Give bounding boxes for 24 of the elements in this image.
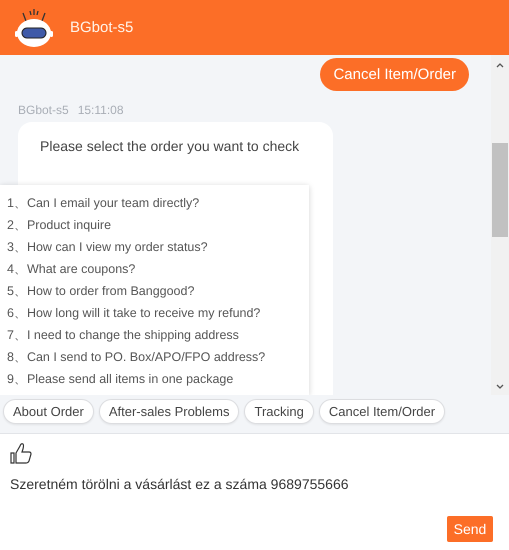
scrollbar-thumb[interactable]	[492, 143, 508, 237]
scroll-down-icon[interactable]	[496, 384, 504, 389]
quick-reply-chip[interactable]: Cancel Item/Order	[318, 399, 446, 424]
message-time: 15:11:08	[78, 103, 124, 117]
suggestion-item[interactable]: 3、How can I view my order status?	[7, 236, 309, 258]
suggestion-item[interactable]: 5、How to order from Banggood?	[7, 280, 309, 302]
quick-reply-chip[interactable]: Tracking	[244, 399, 314, 424]
message-text: Please select the order you want to check	[40, 138, 300, 154]
scroll-up-icon[interactable]	[496, 63, 504, 68]
suggestion-item[interactable]: 4、What are coupons?	[7, 258, 309, 280]
robot-avatar-icon	[14, 6, 54, 48]
bot-name: BGbot-s5	[70, 19, 134, 36]
scrollbar[interactable]	[491, 55, 509, 395]
suggestion-item[interactable]: 1、Can I email your team directly?	[7, 192, 309, 214]
user-message: Cancel Item/Order	[320, 58, 469, 91]
suggestion-item[interactable]: 6、How long will it take to receive my refund?	[7, 302, 309, 324]
quick-reply-chip[interactable]: After-sales Problems	[98, 399, 240, 424]
quick-reply-chip[interactable]: About Order	[3, 399, 94, 424]
suggestion-item[interactable]: 2、Product inquire	[7, 214, 309, 236]
suggestion-item[interactable]: 9、Please send all items in one package	[7, 368, 309, 390]
thumbs-up-icon[interactable]	[10, 442, 32, 464]
sender-name: BGbot-s5	[18, 103, 69, 117]
suggestion-item[interactable]: 8、Can I send to PO. Box/APO/FPO address?	[7, 346, 309, 368]
suggestion-item[interactable]: 7、I need to change the shipping address	[7, 324, 309, 346]
